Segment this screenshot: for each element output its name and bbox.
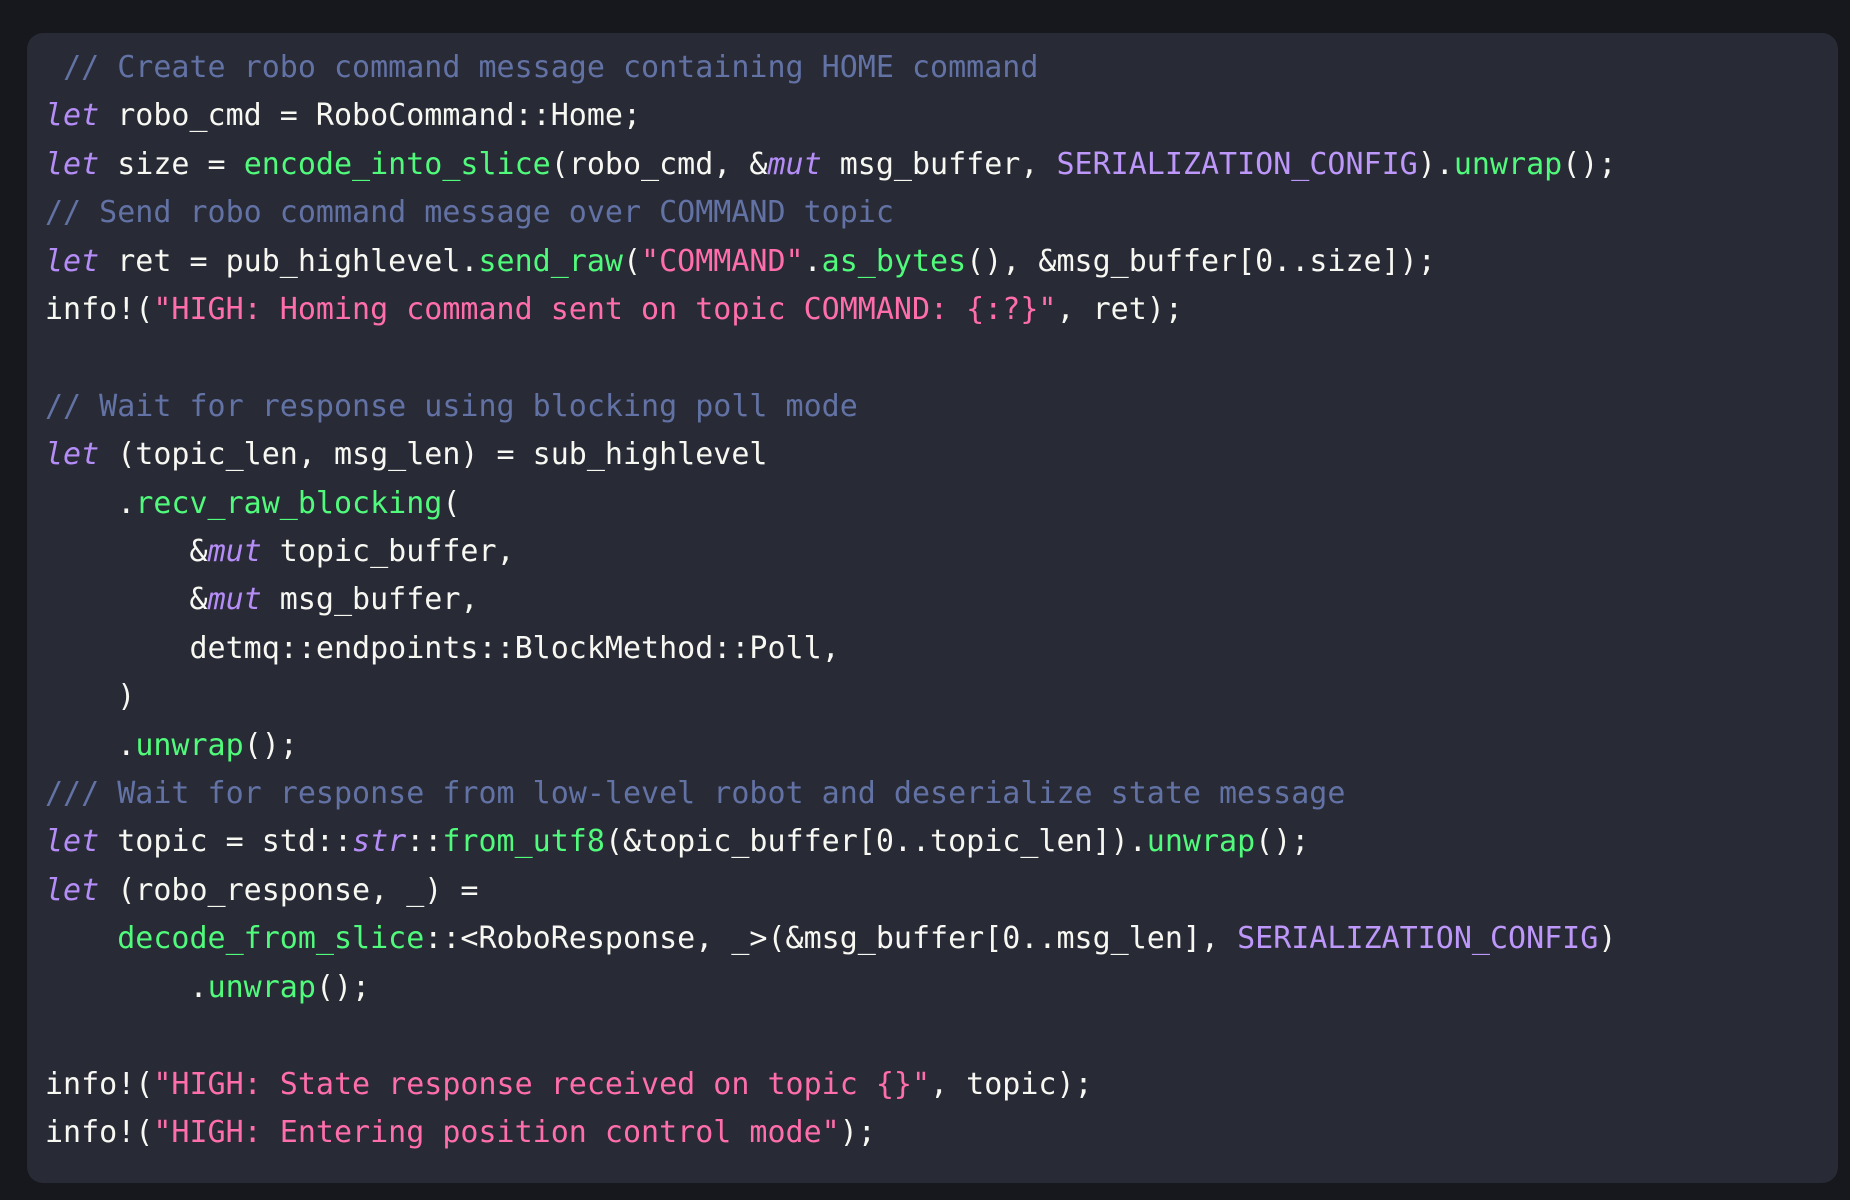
code-token-fn: unwrap: [135, 728, 243, 763]
code-token-fn: unwrap: [208, 970, 316, 1005]
code-token-fn: recv_raw_blocking: [135, 486, 442, 521]
code-line: detmq::endpoints::BlockMethod::Poll,: [45, 625, 1838, 673]
code-line: .unwrap();: [45, 722, 1838, 770]
code-line: [45, 1012, 1838, 1060]
code-token-const: SERIALIZATION_CONFIG: [1237, 921, 1598, 956]
code-token-plain: (: [623, 244, 641, 279]
code-token-comment: // Send robo command message over COMMAN…: [45, 195, 894, 230]
code-token-plain: ): [45, 679, 135, 714]
code-token-plain: [45, 921, 117, 956]
code-line: &mut msg_buffer,: [45, 576, 1838, 624]
code-line: info!("HIGH: Homing command sent on topi…: [45, 286, 1838, 334]
code-token-fn: decode_from_slice: [117, 921, 424, 956]
code-token-plain: ret = pub_highlevel.: [99, 244, 478, 279]
code-token-fn: unwrap: [1147, 824, 1255, 859]
code-token-kw: str: [352, 824, 406, 859]
code-token-plain: info!(: [45, 1067, 153, 1102]
code-line: /// Wait for response from low-level rob…: [45, 770, 1838, 818]
code-token-plain: (robo_cmd, &: [551, 147, 768, 182]
code-token-plain: (: [442, 486, 460, 521]
code-token-plain: .: [45, 970, 208, 1005]
code-token-plain: robo_cmd = RoboCommand::Home;: [99, 98, 641, 133]
code-token-kw: let: [45, 873, 99, 908]
code-area: // Create robo command message containin…: [45, 44, 1838, 1157]
code-token-plain: ();: [244, 728, 298, 763]
code-token-plain: (topic_len, msg_len) = sub_highlevel: [99, 437, 767, 472]
code-line: &mut topic_buffer,: [45, 528, 1838, 576]
code-token-plain: .: [804, 244, 822, 279]
code-token-fn: send_raw: [478, 244, 623, 279]
code-line: info!("HIGH: State response received on …: [45, 1061, 1838, 1109]
code-token-kw: mut: [208, 582, 262, 617]
code-line: let robo_cmd = RoboCommand::Home;: [45, 92, 1838, 140]
code-line: let (robo_response, _) =: [45, 867, 1838, 915]
code-token-fn: unwrap: [1454, 147, 1562, 182]
code-line: // Wait for response using blocking poll…: [45, 383, 1838, 431]
code-token-fn: as_bytes: [822, 244, 967, 279]
code-line: let ret = pub_highlevel.send_raw("COMMAN…: [45, 238, 1838, 286]
code-token-plain: size =: [99, 147, 244, 182]
code-token-comment: // Wait for response using blocking poll…: [45, 389, 858, 424]
code-line: .recv_raw_blocking(: [45, 480, 1838, 528]
code-block-panel: // Create robo command message containin…: [27, 33, 1838, 1183]
code-token-kw: let: [45, 824, 99, 859]
code-token-kw: mut: [767, 147, 821, 182]
code-token-plain: , topic);: [930, 1067, 1093, 1102]
code-line: info!("HIGH: Entering position control m…: [45, 1109, 1838, 1157]
code-token-plain: (), &msg_buffer[0..size]);: [966, 244, 1436, 279]
code-line: // Create robo command message containin…: [45, 44, 1838, 92]
code-token-plain: msg_buffer,: [262, 582, 479, 617]
code-line: let size = encode_into_slice(robo_cmd, &…: [45, 141, 1838, 189]
code-token-plain: );: [840, 1115, 876, 1150]
code-token-plain: &: [45, 534, 208, 569]
code-token-plain: (&topic_buffer[0..topic_len]).: [605, 824, 1147, 859]
code-token-kw: let: [45, 147, 99, 182]
code-token-plain: ::<RoboResponse, _>(&msg_buffer[0..msg_l…: [424, 921, 1237, 956]
code-token-plain: info!(: [45, 1115, 153, 1150]
code-token-plain: info!(: [45, 292, 153, 327]
code-token-comment: // Create robo command message containin…: [63, 50, 1038, 85]
code-token-fn: encode_into_slice: [244, 147, 551, 182]
code-token-plain: ();: [1255, 824, 1309, 859]
code-token-plain: topic_buffer,: [262, 534, 515, 569]
code-line: // Send robo command message over COMMAN…: [45, 189, 1838, 237]
code-token-plain: ();: [1562, 147, 1616, 182]
code-token-plain: , ret);: [1056, 292, 1182, 327]
code-token-plain: ::: [406, 824, 442, 859]
code-token-plain: (robo_response, _) =: [99, 873, 478, 908]
code-token-plain: msg_buffer,: [822, 147, 1057, 182]
code-token-str: "HIGH: State response received on topic …: [153, 1067, 930, 1102]
code-line: ): [45, 673, 1838, 721]
code-token-kw: let: [45, 437, 99, 472]
code-token-str: "HIGH: Homing command sent on topic COMM…: [153, 292, 1056, 327]
code-token-plain: ).: [1418, 147, 1454, 182]
code-line: [45, 334, 1838, 382]
code-line: let topic = std::str::from_utf8(&topic_b…: [45, 818, 1838, 866]
code-token-str: "HIGH: Entering position control mode": [153, 1115, 839, 1150]
code-token-plain: ();: [316, 970, 370, 1005]
code-token-plain: ): [1598, 921, 1616, 956]
code-token-kw: let: [45, 244, 99, 279]
code-line: decode_from_slice::<RoboResponse, _>(&ms…: [45, 915, 1838, 963]
code-token-kw: let: [45, 98, 99, 133]
code-line: .unwrap();: [45, 964, 1838, 1012]
code-token-plain: .: [45, 486, 135, 521]
code-token-comment: /// Wait for response from low-level rob…: [45, 776, 1345, 811]
code-token-plain: [45, 50, 63, 85]
code-token-plain: .: [45, 728, 135, 763]
code-token-plain: detmq::endpoints::BlockMethod::Poll,: [45, 631, 840, 666]
code-token-kw: mut: [208, 534, 262, 569]
code-token-plain: topic = std::: [99, 824, 352, 859]
code-token-const: SERIALIZATION_CONFIG: [1056, 147, 1417, 182]
code-token-str: "COMMAND": [641, 244, 804, 279]
code-token-fn: from_utf8: [442, 824, 605, 859]
code-token-plain: &: [45, 582, 208, 617]
code-line: let (topic_len, msg_len) = sub_highlevel: [45, 431, 1838, 479]
